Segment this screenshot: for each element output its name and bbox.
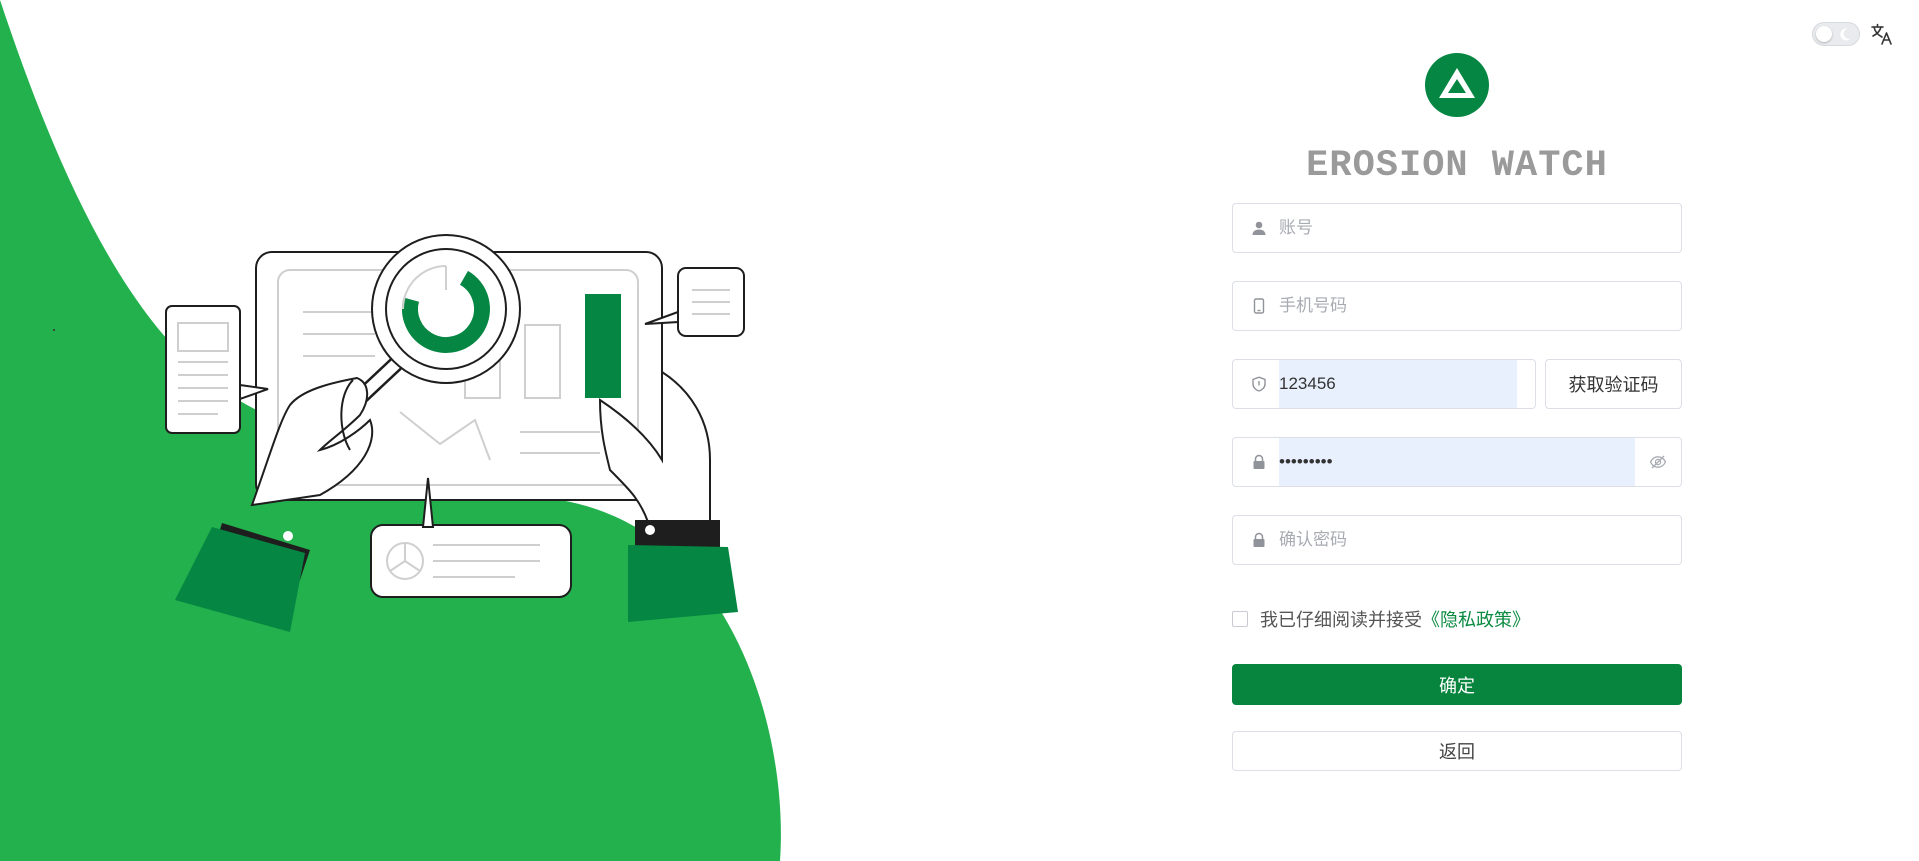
get-code-button[interactable]: 获取验证码	[1545, 359, 1682, 409]
brand-logo-icon	[1425, 53, 1489, 117]
confirm-password-input[interactable]	[1279, 516, 1681, 564]
agreement-text: 我已仔细阅读并接受	[1260, 610, 1422, 630]
register-form: EROSION WATCH 获取验证码	[1232, 53, 1682, 783]
bar-chart-accent	[585, 294, 621, 398]
form-fields: 获取验证码 我已仔细阅读并接受 《隐私政策》 确定 返回	[1232, 203, 1682, 783]
confirm-password-field[interactable]	[1232, 515, 1682, 565]
submit-button[interactable]: 确定	[1232, 664, 1682, 705]
lock-icon	[1251, 454, 1267, 470]
code-field[interactable]	[1232, 359, 1536, 409]
brand-title: EROSION WATCH	[1306, 145, 1608, 187]
shield-icon	[1251, 376, 1267, 392]
phone-field[interactable]	[1232, 281, 1682, 331]
phone-input[interactable]	[1279, 282, 1681, 330]
password-input[interactable]	[1279, 438, 1635, 486]
password-field[interactable]	[1232, 437, 1682, 487]
account-input[interactable]	[1279, 204, 1681, 252]
lock-icon	[1251, 532, 1267, 548]
login-illustration	[0, 0, 781, 861]
topbar	[1812, 22, 1894, 46]
privacy-policy-link[interactable]: 《隐私政策》	[1422, 606, 1530, 632]
back-button[interactable]: 返回	[1232, 731, 1682, 771]
translate-icon[interactable]	[1870, 22, 1894, 46]
agreement-checkbox[interactable]	[1232, 611, 1248, 627]
moon-icon	[1840, 28, 1851, 41]
theme-toggle[interactable]	[1812, 22, 1860, 46]
user-icon	[1251, 220, 1267, 236]
privacy-agreement: 我已仔细阅读并接受 《隐私政策》	[1232, 606, 1530, 632]
code-input[interactable]	[1279, 360, 1517, 408]
account-field[interactable]	[1232, 203, 1682, 253]
eye-off-icon[interactable]	[1635, 438, 1681, 486]
toggle-knob	[1816, 26, 1832, 42]
phone-icon	[1251, 298, 1267, 314]
